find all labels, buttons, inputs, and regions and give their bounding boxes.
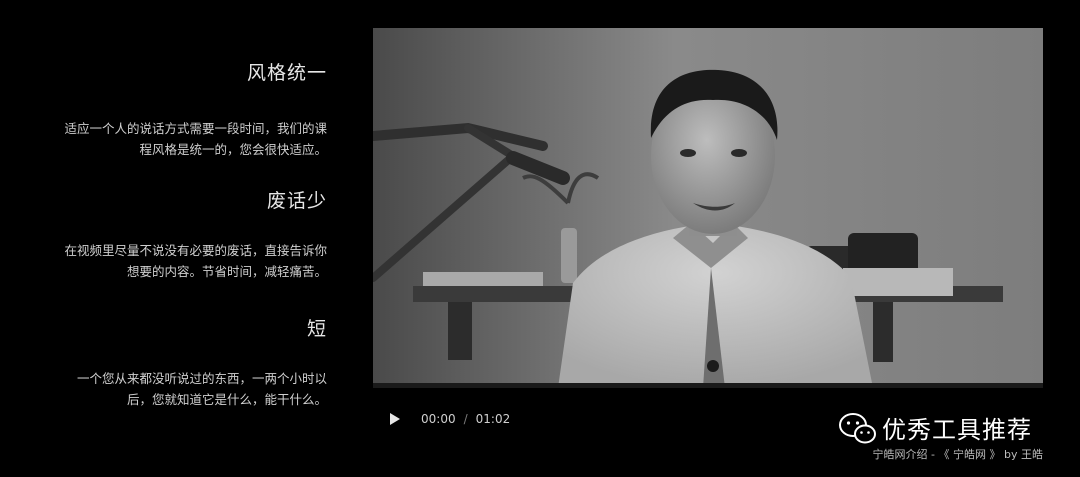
feature-description: 在视频里尽量不说没有必要的废话，直接告诉你 想要的内容。节省时间，减轻痛苦。 (22, 240, 327, 282)
feature-description: 适应一个人的说话方式需要一段时间，我们的课 程风格是统一的，您会很快适应。 (22, 118, 327, 160)
feature-description-line: 后，您就知道它是什么，能干什么。 (126, 392, 327, 407)
play-button[interactable] (375, 399, 415, 439)
watermark: 优秀工具推荐 宁皓网介绍 - 《 宁皓网 》 by 王皓 (838, 408, 1053, 468)
feature-item: 短 一个您从来都没听说过的东西，一两个小时以 后，您就知道它是什么，能干什么。 (22, 312, 327, 410)
feature-item: 废话少 在视频里尽量不说没有必要的废话，直接告诉你 想要的内容。节省时间，减轻痛… (22, 184, 327, 282)
feature-description-line: 在视频里尽量不说没有必要的废话，直接告诉你 (64, 243, 327, 258)
current-time: 00:00 (421, 412, 456, 426)
feature-title: 风格统一 (246, 62, 327, 84)
feature-description-line: 一个您从来都没听说过的东西，一两个小时以 (76, 371, 327, 386)
feature-description: 一个您从来都没听说过的东西，一两个小时以 后，您就知道它是什么，能干什么。 (22, 368, 327, 410)
video-frame[interactable] (373, 28, 1043, 388)
play-icon (390, 413, 400, 425)
feature-description-line: 程风格是统一的，您会很快适应。 (139, 142, 327, 157)
feature-item: 风格统一 适应一个人的说话方式需要一段时间，我们的课 程风格是统一的，您会很快适… (22, 56, 327, 160)
feature-title: 短 (306, 318, 327, 340)
duration: 01:02 (475, 412, 511, 426)
video-still-image (373, 28, 1043, 388)
feature-title: 废话少 (266, 190, 327, 212)
feature-description-line: 适应一个人的说话方式需要一段时间，我们的课 (64, 121, 327, 136)
feature-description-line: 想要的内容。节省时间，减轻痛苦。 (126, 264, 327, 279)
wechat-icon (839, 413, 876, 444)
time-display: 00:00 / 01:02 (421, 412, 510, 426)
video-player[interactable]: 00:00 / 01:02 (373, 28, 1043, 448)
watermark-title: 优秀工具推荐 (882, 416, 1032, 444)
time-separator: / (463, 412, 468, 426)
page: 风格统一 适应一个人的说话方式需要一段时间，我们的课 程风格是统一的，您会很快适… (0, 0, 1080, 477)
watermark-credit: 宁皓网介绍 - 《 宁皓网 》 by 王皓 (872, 448, 1043, 461)
